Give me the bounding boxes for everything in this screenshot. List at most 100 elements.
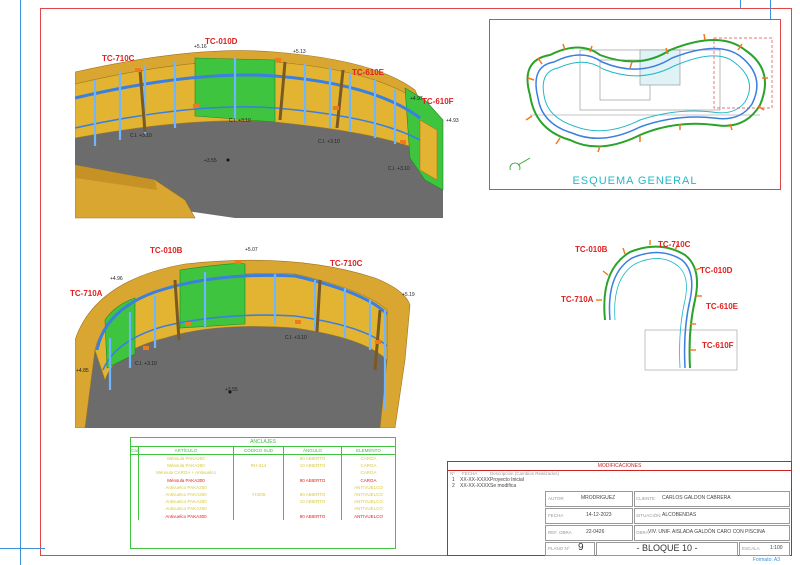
- table-cell: [234, 483, 284, 491]
- table-cell: ANTIVUELCO: [354, 491, 383, 497]
- table-cell: [131, 483, 139, 491]
- view-top-label: TC-710C: [102, 54, 135, 63]
- level-annotation: C.I. +3.10: [229, 118, 251, 124]
- level-annotation: C.I. +3.10: [388, 166, 410, 172]
- table-cell: [131, 490, 139, 499]
- table-cell: [284, 469, 342, 477]
- mod-header: Descripción (Cambios Realizados): [490, 471, 560, 476]
- table-cell: [234, 512, 284, 520]
- column-header: ÁNGULO: [284, 447, 342, 454]
- table-cell: ANTIVUELCO: [354, 513, 383, 519]
- bloque-title: - BLOQUE 10 -: [636, 543, 698, 553]
- table-cell: [131, 455, 139, 463]
- cliente-value: CARLOS GALDON CABRERA: [662, 495, 731, 501]
- table-cell: YH208: [234, 490, 284, 499]
- mod-description: Se modifica: [490, 483, 517, 489]
- plan-label: TC-710C: [658, 240, 691, 249]
- autor-value: MRODRIGUEZ: [581, 495, 616, 501]
- table-row: Antivuelco PAKA250 YH208 90 ABIERTO ANTIVUE…: [131, 490, 395, 499]
- view-3d-bottom-drawing: [74, 259, 411, 429]
- level-annotation: +4.85: [76, 368, 89, 374]
- table-cell: 10 ABIERTO: [284, 462, 342, 470]
- column-header: Cant.: [131, 447, 139, 454]
- column-header: CÓDIGO SUD: [234, 447, 284, 454]
- table-cell: 90 ABIERTO: [284, 455, 342, 463]
- level-annotation: +3.55: [225, 387, 238, 393]
- table-cell: Ménsula CARGA + Antivuelco: [139, 469, 234, 477]
- table-cell: [234, 498, 284, 506]
- view-top-label: TC-610E: [352, 68, 385, 77]
- mod-header: FECHA: [462, 471, 478, 476]
- view-3d-bottom: [74, 250, 415, 429]
- table-cell: [234, 455, 284, 463]
- plan-label: TC-610F: [702, 341, 734, 350]
- table-row: Ménsula CARGA + Antivuelco CARGA: [131, 469, 395, 477]
- view-3d-top-drawing: [74, 50, 444, 219]
- situacion-value: ALCOBENDAS: [662, 512, 697, 518]
- level-annotation: +4.97: [410, 96, 423, 102]
- level-annotation: +5.13: [293, 49, 306, 55]
- table-cell: ANTIVUELCO: [354, 506, 383, 512]
- table-cell: [234, 469, 284, 477]
- modifications-caption: MODIFICACIONES: [448, 462, 791, 471]
- table-cell: Antivuelco PAKA250: [139, 505, 234, 513]
- escala-key: ESCALA: [742, 546, 760, 551]
- plan-label: TC-610E: [706, 302, 739, 311]
- table-cell: Antivuelco PAKA250: [139, 483, 234, 491]
- level-annotation: C.I. +3.10: [135, 361, 157, 367]
- table-cell: CARGA: [360, 463, 377, 469]
- table-row: Antivuelco PAKA300 90 ABIERTO ANTIVUELCO: [131, 512, 395, 520]
- table-cell: [131, 476, 139, 484]
- column-header: ARTÍCULO: [139, 447, 234, 454]
- scheme-title: ESQUEMA GENERAL: [572, 175, 698, 187]
- table-header: Cant. ARTÍCULO CÓDIGO SUD ÁNGULO ELEMENT…: [131, 447, 395, 455]
- plan-label: TC-010B: [575, 245, 608, 254]
- table-cell: ANTIVUELCO: [354, 484, 383, 490]
- table-cell: [131, 512, 139, 520]
- table-cell: ANTIVUELCO: [354, 499, 383, 505]
- view-bottom-label: TC-710A: [70, 289, 103, 298]
- table-cell: 90 ABIERTO: [284, 512, 342, 520]
- view-bottom-label: TC-010B: [150, 246, 183, 255]
- table-row: Antivuelco PAKA250 10 ABIERTO ANTIVUELCO: [131, 498, 395, 506]
- table-cell: Ménsula PAKA250: [139, 462, 234, 470]
- autor-key: AUTOR: [548, 496, 564, 501]
- table-cell: [284, 483, 342, 491]
- view-top-label: TC-610F: [422, 97, 454, 106]
- mod-header: Nº: [450, 471, 455, 476]
- view-top-label: TC-010D: [205, 37, 238, 46]
- level-annotation: +3.55: [204, 158, 217, 164]
- table-row: Ménsula PAKA300 90 ABIERTO CARGA: [131, 476, 395, 484]
- escala-value: 1:100: [770, 545, 783, 551]
- title-block: MODIFICACIONES Nº FECHA Descripción (Cam…: [447, 461, 792, 556]
- crop-mark: [740, 0, 741, 8]
- obra-value: VIV. UNIF. AISLADA GALDÓN CARO CON PISCI…: [648, 529, 766, 535]
- column-header: ELEMENTO: [356, 448, 381, 453]
- table-row: Ménsula PAKA250 RH-214 10 ABIERTO CARGA: [131, 462, 395, 470]
- table-cell: Antivuelco PAKA250: [139, 490, 234, 499]
- level-annotation: +5.16: [194, 44, 207, 50]
- obra-key: OBRA: [636, 530, 649, 535]
- level-annotation: +5.07: [245, 247, 258, 253]
- plano-value: 9: [578, 542, 584, 553]
- cliente-key: CLIENTE: [636, 496, 656, 501]
- table-row: Antivuelco PAKA250 ANTIVUELCO: [131, 483, 395, 491]
- mod-number: 2: [452, 483, 455, 489]
- table-cell: CARGA: [360, 470, 377, 476]
- scheme-general-panel: ESQUEMA GENERAL: [489, 19, 781, 190]
- table-cell: Antivuelco PAKA300: [139, 512, 234, 520]
- table-row: Ménsula PAKA250 90 ABIERTO CARGA: [131, 455, 395, 463]
- table-row: Antivuelco PAKA250 ANTIVUELCO: [131, 505, 395, 513]
- table-cell: [234, 476, 284, 484]
- ref-value: 22-0426: [586, 529, 605, 535]
- view-3d-top: [74, 40, 450, 220]
- level-annotation: C.I. +3.10: [318, 139, 340, 145]
- table-cell: [131, 469, 139, 477]
- situacion-key: SITUACIÓN: [636, 513, 661, 518]
- table-cell: RH-214: [234, 462, 284, 470]
- table-cell: CARGA: [360, 456, 377, 461]
- fecha-value: 14-12-2023: [586, 512, 612, 518]
- plano-key: PLANO Nº: [548, 546, 570, 551]
- mod-date: XX-XX-XXXX: [460, 483, 491, 489]
- table-cell: CARGA: [360, 477, 377, 483]
